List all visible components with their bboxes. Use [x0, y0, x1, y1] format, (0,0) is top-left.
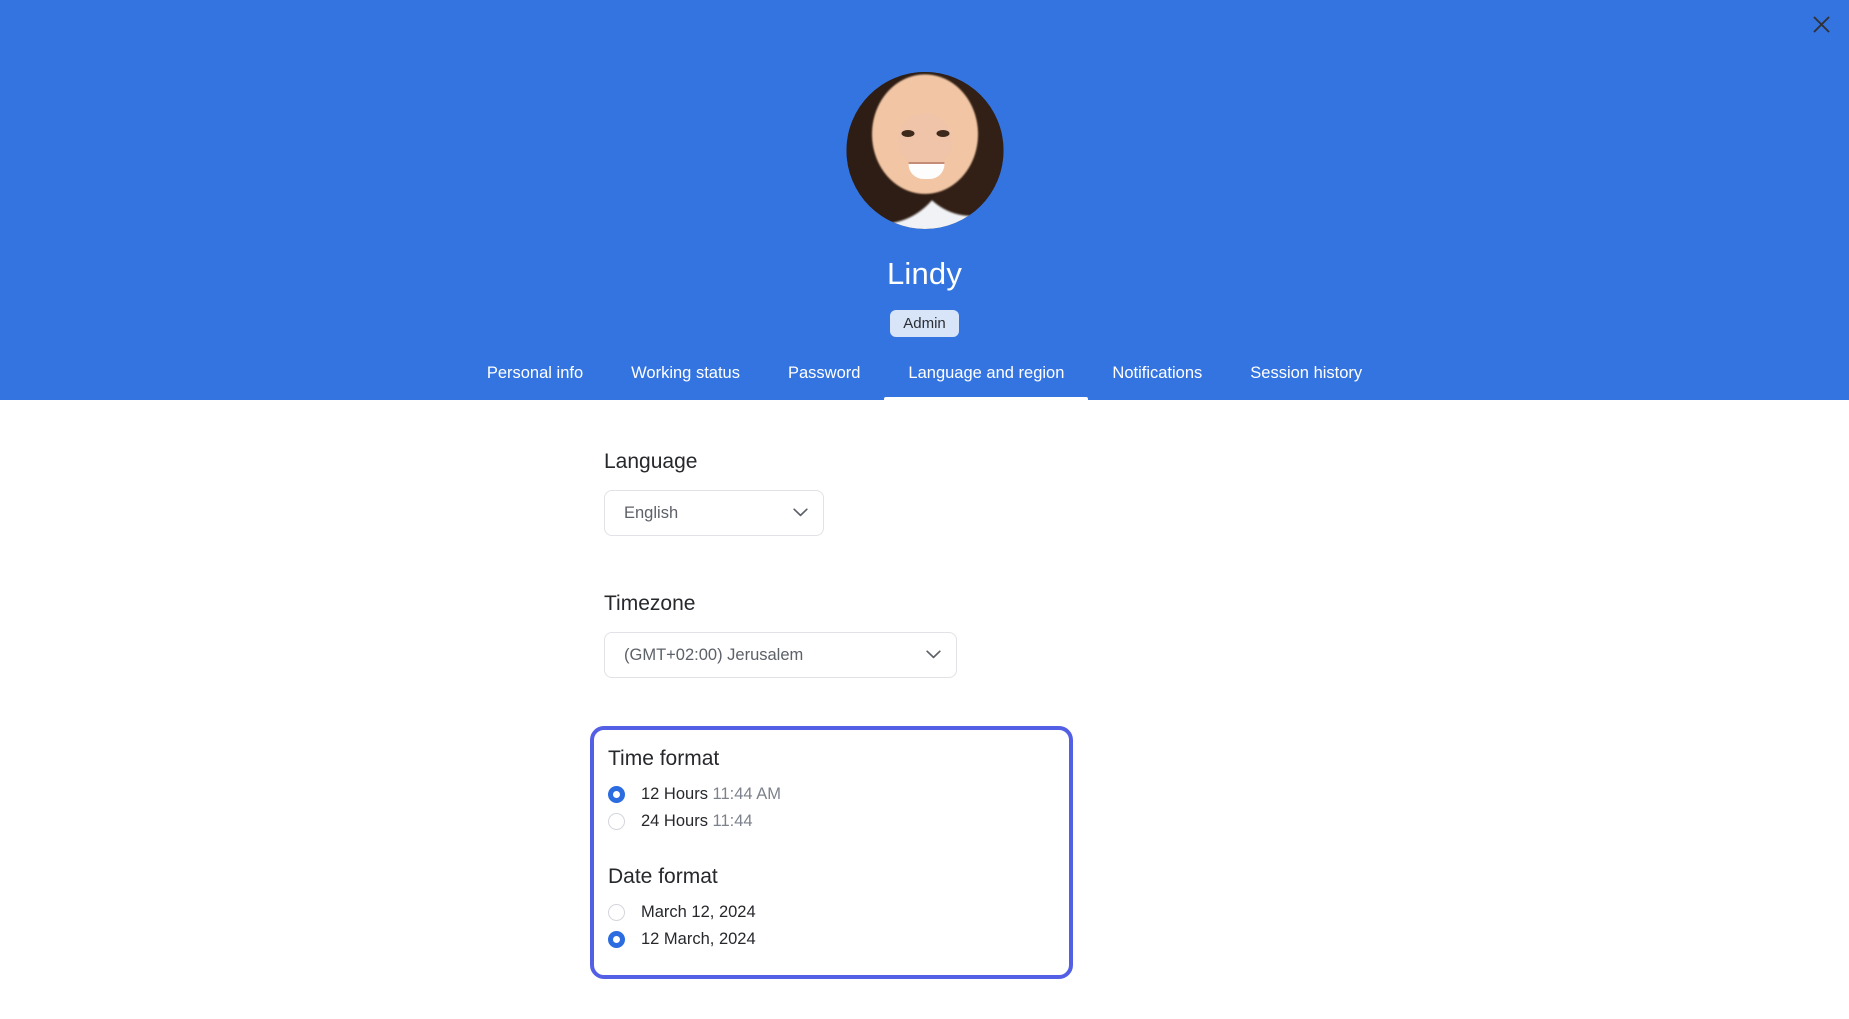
tab-personal-info[interactable]: Personal info — [463, 352, 607, 400]
format-settings-card: Time format 12 Hours 11:44 AM 24 Hours 1… — [590, 726, 1073, 979]
tab-session-history[interactable]: Session history — [1226, 352, 1386, 400]
timezone-select[interactable]: (GMT+02:00) Jerusalem — [604, 632, 957, 678]
radio-option-24-hours[interactable]: 24 Hours 11:44 — [594, 808, 1069, 835]
profile-tabs: Personal info Working status Password La… — [0, 352, 1849, 400]
radio-option-12-hours[interactable]: 12 Hours 11:44 AM — [594, 781, 1069, 808]
date-format-heading: Date format — [608, 865, 718, 888]
chevron-down-icon — [926, 646, 941, 664]
tab-label: Personal info — [486, 364, 584, 382]
tab-label: Session history — [1250, 364, 1363, 382]
date-format-radio-group: March 12, 2024 12 March, 2024 — [594, 899, 1069, 953]
chevron-down-icon — [793, 504, 808, 522]
tab-label: Notifications — [1112, 364, 1203, 382]
timezone-label: Timezone — [604, 592, 696, 615]
language-region-form: Language English Timezone (GMT+02:00) Je… — [590, 400, 1150, 979]
radio-label: 24 Hours 11:44 — [641, 812, 753, 831]
radio-label-text: 12 Hours — [641, 785, 708, 803]
radio-label-text: 24 Hours — [641, 812, 708, 830]
avatar-detail — [936, 130, 949, 137]
tab-notifications[interactable]: Notifications — [1088, 352, 1226, 400]
avatar[interactable] — [846, 72, 1003, 229]
language-select-value: English — [624, 503, 679, 522]
avatar-photo — [846, 72, 1003, 229]
time-format-heading: Time format — [608, 747, 720, 770]
avatar-detail — [901, 130, 914, 137]
radio-indicator[interactable] — [608, 813, 625, 830]
timezone-select-value: (GMT+02:00) Jerusalem — [624, 645, 804, 664]
radio-indicator[interactable] — [608, 931, 625, 948]
radio-label: 12 March, 2024 — [641, 930, 756, 948]
radio-label-sample: 11:44 — [712, 812, 753, 830]
radio-option-day-month-year[interactable]: 12 March, 2024 — [594, 926, 1069, 953]
close-icon[interactable] — [1803, 6, 1839, 42]
radio-indicator[interactable] — [608, 904, 625, 921]
settings-content: Language English Timezone (GMT+02:00) Je… — [0, 400, 1849, 1019]
radio-label: 12 Hours 11:44 AM — [641, 785, 781, 804]
language-select[interactable]: English — [604, 490, 824, 536]
tab-working-status[interactable]: Working status — [607, 352, 764, 400]
radio-option-month-day-year[interactable]: March 12, 2024 — [594, 899, 1069, 926]
radio-label: March 12, 2024 — [641, 903, 756, 921]
status-badge[interactable]: Admin — [890, 310, 959, 337]
radio-indicator[interactable] — [608, 786, 625, 803]
tab-label: Password — [787, 364, 861, 382]
tab-label: Working status — [631, 364, 740, 382]
page-title: Lindy — [886, 256, 963, 291]
tab-language-and-region[interactable]: Language and region — [884, 352, 1089, 400]
tab-label: Language and region — [908, 364, 1065, 382]
language-label: Language — [604, 450, 698, 473]
profile-header: Lindy Admin Personal info Working status… — [0, 0, 1849, 400]
role-badge-wrap: Admin — [0, 310, 1849, 337]
tab-password[interactable]: Password — [764, 352, 884, 400]
radio-label-sample: 11:44 AM — [712, 785, 782, 803]
time-format-radio-group: 12 Hours 11:44 AM 24 Hours 11:44 — [594, 781, 1069, 835]
